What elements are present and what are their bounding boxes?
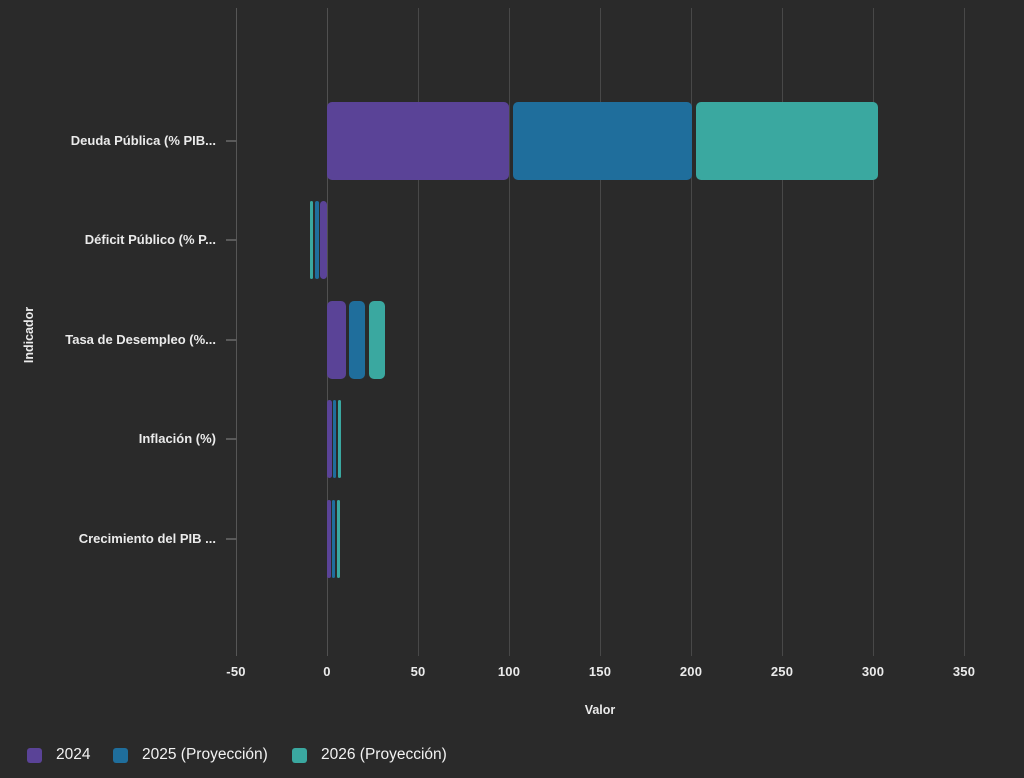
bar-segment-2026[interactable]: [368, 300, 385, 379]
legend-item-2024[interactable]: 2024: [27, 745, 90, 765]
legend-label: 2026 (Proyección): [321, 746, 447, 763]
bar-segment-2026[interactable]: [695, 102, 879, 180]
x-tick-label: 150: [588, 664, 612, 679]
bar-segment-2025[interactable]: [332, 499, 336, 578]
y-category-label: Inflación (%): [138, 431, 216, 447]
legend-swatch: [292, 747, 307, 763]
x-tick-label: 250: [770, 664, 794, 679]
x-tick-label: 300: [861, 664, 885, 679]
bar-segment-2024[interactable]: [320, 201, 327, 280]
x-tick-label: 0: [323, 664, 331, 679]
x-tick-label: -50: [226, 664, 246, 679]
legend-label: 2025 (Proyección): [142, 746, 268, 763]
legend-swatch: [113, 747, 128, 763]
bar-segment-2024[interactable]: [327, 300, 346, 379]
y-tick-mark: [226, 239, 237, 242]
y-tick-mark: [226, 140, 237, 142]
bar-segment-2024[interactable]: [327, 102, 510, 180]
legend-item-2025[interactable]: 2025 (Proyección): [113, 745, 268, 765]
y-axis-line: [235, 8, 237, 656]
y-axis-title: Indicador: [22, 306, 36, 364]
x-tick-label: 100: [497, 664, 521, 679]
bar-segment-2024[interactable]: [327, 400, 332, 479]
gridline: [963, 8, 965, 656]
bar-segment-2026[interactable]: [337, 400, 341, 479]
y-tick-mark: [226, 438, 237, 441]
y-category-label: Déficit Público (% P...: [84, 232, 216, 248]
bar-segment-2025[interactable]: [333, 400, 337, 479]
y-category-label: Crecimiento del PIB ...: [78, 530, 216, 546]
y-tick-mark: [226, 537, 237, 540]
x-tick-label: 200: [679, 664, 703, 679]
bar-segment-2025[interactable]: [512, 102, 693, 180]
bar-segment-2026[interactable]: [336, 499, 340, 578]
y-tick-mark: [226, 338, 237, 341]
bar-segment-2025[interactable]: [314, 201, 319, 280]
x-axis-title: Valor: [584, 703, 616, 717]
x-tick-label: 350: [952, 664, 976, 679]
x-tick-label: 50: [410, 664, 426, 679]
legend-item-2026[interactable]: 2026 (Proyección): [292, 745, 447, 765]
y-category-label: Deuda Pública (% PIB...: [70, 133, 216, 148]
legend-label: 2024: [56, 746, 91, 763]
legend-swatch: [27, 747, 42, 763]
bar-segment-2026[interactable]: [310, 201, 314, 280]
bar-segment-2025[interactable]: [349, 300, 366, 379]
stacked-bar-chart: Deuda Pública (% PIB... Déficit Público (…: [0, 0, 1024, 778]
bar-segment-2024[interactable]: [327, 499, 331, 578]
